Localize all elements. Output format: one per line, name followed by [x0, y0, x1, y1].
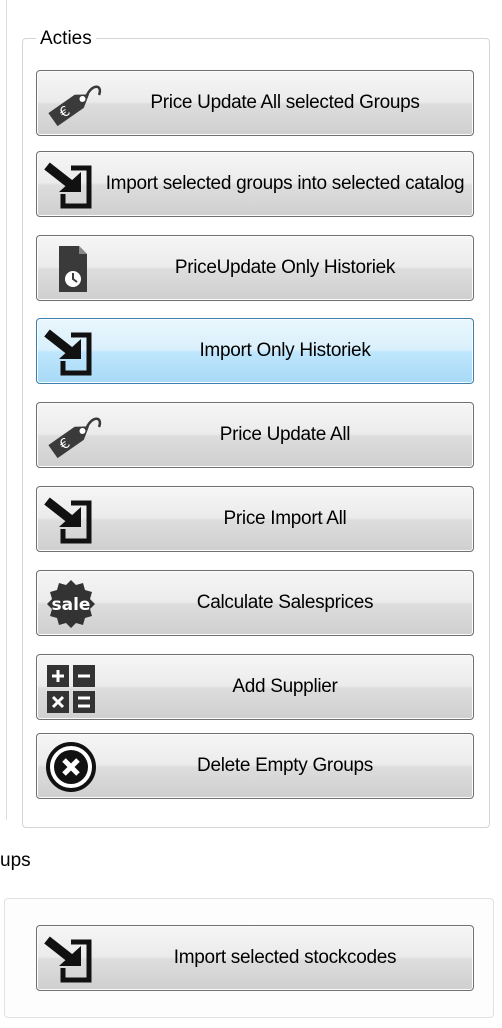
- price-update-all-button[interactable]: € Price Update All: [36, 402, 474, 468]
- price-update-all-selected-groups-button[interactable]: € Price Update All selected Groups: [36, 70, 474, 136]
- actions-groupbox-title: Acties: [36, 28, 96, 50]
- svg-text:sale: sale: [52, 595, 91, 615]
- euro-tag-icon: €: [41, 77, 103, 131]
- button-label: Price Update All: [219, 424, 351, 445]
- left-separator: [6, 0, 7, 820]
- import-arrow-icon: [41, 325, 103, 379]
- delete-empty-groups-button[interactable]: Delete Empty Groups: [36, 733, 474, 799]
- calculate-salesprices-button[interactable]: sale Calculate Salesprices: [36, 570, 474, 636]
- delete-circle-icon: [41, 740, 103, 794]
- button-label: Price Update All selected Groups: [150, 92, 420, 113]
- euro-tag-icon: €: [41, 409, 103, 463]
- price-import-all-button[interactable]: Price Import All: [36, 486, 474, 552]
- sale-badge-icon: sale: [41, 577, 103, 631]
- button-label: Calculate Salesprices: [196, 592, 374, 613]
- button-label: Import Only Historiek: [199, 340, 371, 361]
- import-arrow-icon: [41, 158, 103, 212]
- import-selected-stockcodes-button[interactable]: Import selected stockcodes: [36, 925, 474, 991]
- button-label: Import selected stockcodes: [173, 947, 397, 968]
- button-label: Price Import All: [223, 508, 347, 529]
- add-supplier-button[interactable]: Add Supplier: [36, 654, 474, 720]
- groups-section-label: ups: [0, 850, 31, 871]
- button-label: Delete Empty Groups: [197, 755, 373, 776]
- import-selected-groups-into-catalog-button[interactable]: Import selected groups into selected cat…: [36, 151, 474, 217]
- button-label: PriceUpdate Only Historiek: [174, 257, 396, 278]
- button-label: Add Supplier: [232, 676, 338, 697]
- import-only-historiek-button[interactable]: Import Only Historiek: [36, 318, 474, 384]
- priceupdate-only-historiek-button[interactable]: PriceUpdate Only Historiek: [36, 235, 474, 301]
- calculator-icon: [41, 661, 103, 715]
- import-arrow-icon: [41, 493, 103, 547]
- import-arrow-icon: [41, 932, 103, 986]
- button-label: Import selected groups into selected cat…: [105, 173, 465, 194]
- history-document-icon: [41, 242, 103, 296]
